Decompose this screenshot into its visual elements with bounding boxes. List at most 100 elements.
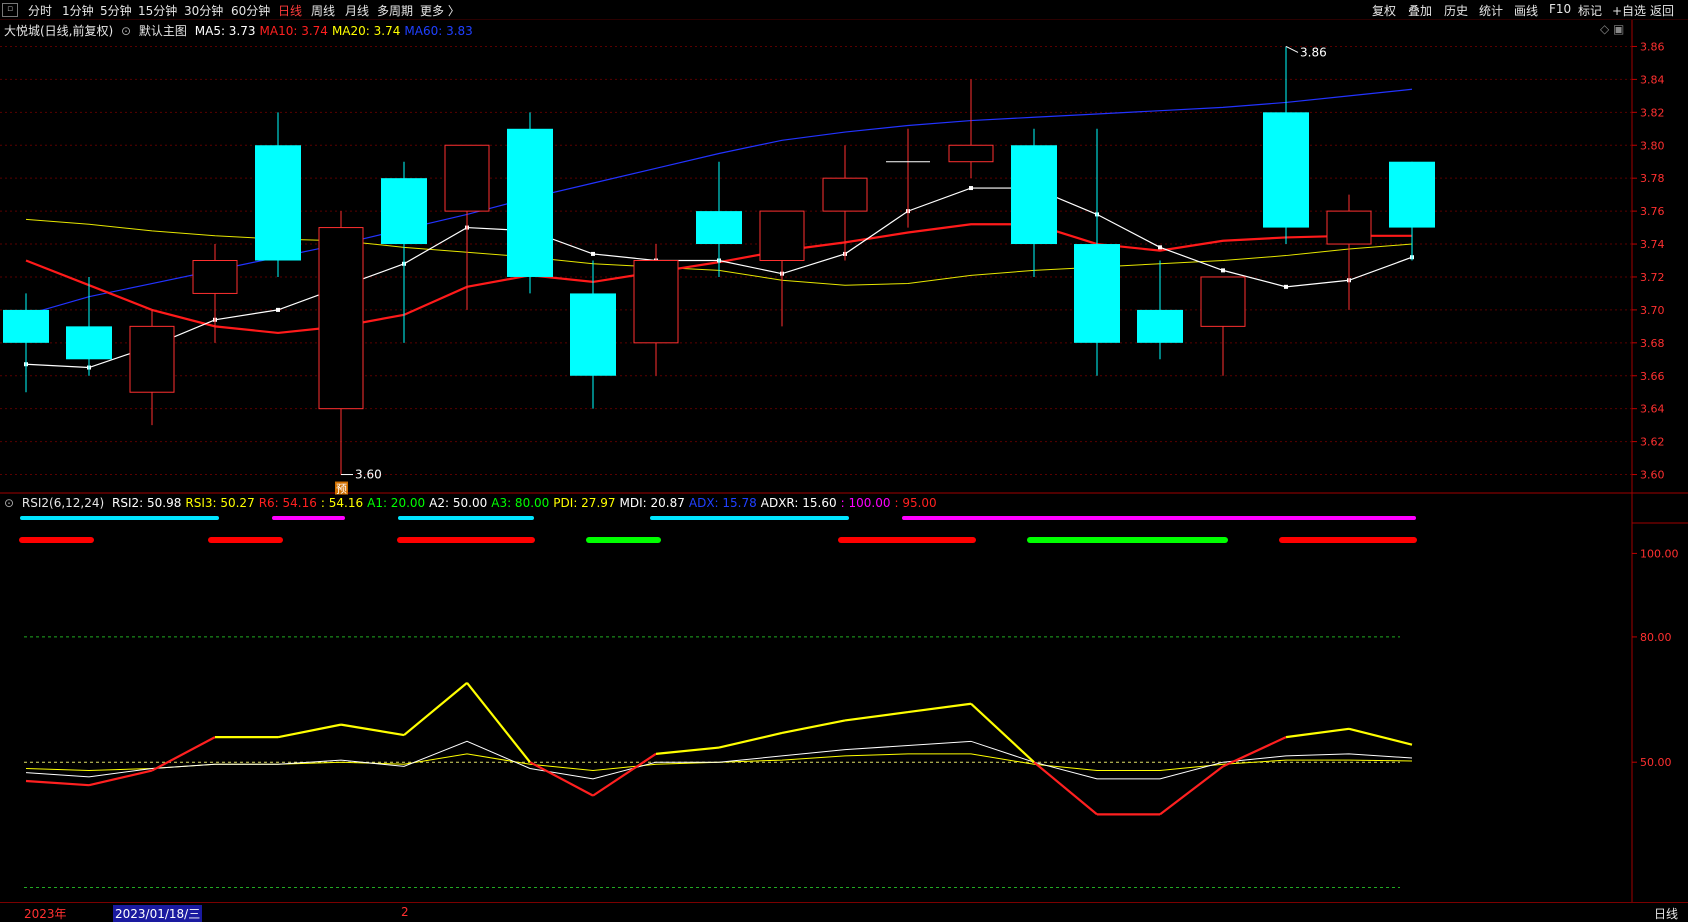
template-name[interactable]: 默认主图 xyxy=(139,24,187,38)
candle-body xyxy=(192,260,238,294)
ma5-point xyxy=(1221,268,1225,273)
period-button-9[interactable]: 多周期 xyxy=(377,2,413,19)
indicator-chevron-icon[interactable]: ⊙ xyxy=(4,496,14,510)
indicator-tick-label: 100.00 xyxy=(1640,547,1679,560)
rsi6-segment xyxy=(277,723,342,739)
candle xyxy=(381,161,427,343)
candle xyxy=(570,260,616,409)
candle xyxy=(444,144,490,310)
period-button-6[interactable]: 日线 xyxy=(278,2,302,19)
period-button-3[interactable]: 15分钟 xyxy=(138,2,177,19)
high-pointer xyxy=(1285,46,1299,53)
low-price-label: 3.60 xyxy=(355,468,382,482)
price-tick-label: 3.82 xyxy=(1640,106,1665,119)
period-button-4[interactable]: 30分钟 xyxy=(184,2,223,19)
candle-body xyxy=(1011,145,1057,245)
price-tick-label: 3.62 xyxy=(1640,436,1665,449)
pre-badge-label: 预 xyxy=(336,483,347,496)
top-toolbar: ▫ 分时 1分钟 5分钟 15分钟 30分钟 60分钟 日线 周线 月线 多周期 更多 〉 复权 叠加… xyxy=(0,0,1688,20)
period-button-2[interactable]: 5分钟 xyxy=(100,2,132,19)
rsi6-segment xyxy=(1348,727,1413,746)
tool-button-6[interactable]: 标记 xyxy=(1578,2,1602,19)
period-tab-daily[interactable]: 日线 xyxy=(1654,905,1678,922)
indicator-legend-3: : 54.16 xyxy=(320,496,364,510)
rsi6-segment xyxy=(1285,727,1350,739)
rsi6-segment xyxy=(844,710,909,722)
indicator-title[interactable]: RSI2(6,12,24) xyxy=(22,496,104,510)
tool-button-3[interactable]: 统计 xyxy=(1479,2,1503,19)
candle xyxy=(1200,276,1246,376)
price-tick-label: 3.60 xyxy=(1640,469,1665,482)
ma5-point xyxy=(276,307,280,312)
price-tick-label: 3.64 xyxy=(1640,403,1665,416)
period-button-5[interactable]: 60分钟 xyxy=(231,2,270,19)
candle-body xyxy=(444,144,490,212)
indicator-legend-2: R6: 54.16 xyxy=(258,496,317,510)
rsi6-segment xyxy=(592,752,657,797)
indicator-legend-0: RSI2: 50.98 xyxy=(112,496,182,510)
tool-button-7[interactable]: +自选 xyxy=(1612,2,1646,19)
price-axis: 3.86 3.84 3.82 3.80 3.78 3.76 3.74 3.72 3.70 3.68… xyxy=(0,20,1688,902)
rsi6-segment xyxy=(781,719,846,735)
indicator-legend-11: : 100.00 xyxy=(840,496,891,510)
menu-icon[interactable]: ▫ xyxy=(2,3,18,17)
candle xyxy=(507,112,553,294)
rsi6-segment xyxy=(151,736,216,772)
indicator-tick-label: 50.00 xyxy=(1640,756,1672,769)
candle xyxy=(318,211,364,475)
candle-body xyxy=(1074,244,1120,343)
candle-body xyxy=(696,211,742,245)
indicator-tick-label: 80.00 xyxy=(1640,631,1672,644)
tool-button-5[interactable]: F10 xyxy=(1549,2,1571,16)
security-title: 大悦城(日线,前复权) xyxy=(4,24,114,38)
candle xyxy=(948,79,994,179)
high-price-label: 3.86 xyxy=(1300,45,1327,59)
period-button-7[interactable]: 周线 xyxy=(311,2,335,19)
rsi6-segment xyxy=(970,702,1035,764)
header-tools[interactable]: ◇ ▣ xyxy=(1600,22,1628,36)
price-tick-label: 3.66 xyxy=(1640,370,1665,383)
cursor-date: 2023/01/18/三 xyxy=(113,905,203,922)
candle xyxy=(1263,46,1309,245)
indicator-legend-7: PDI: 27.97 xyxy=(553,496,616,510)
indicator-legend-9: ADX: 15.78 xyxy=(688,496,757,510)
rsi6-segment xyxy=(1159,765,1224,816)
candle-body xyxy=(507,128,553,277)
candle-body xyxy=(129,325,175,393)
tool-button-8[interactable]: 返回 xyxy=(1650,2,1674,19)
ma-legend-0: MA5: 3.73 xyxy=(194,24,256,38)
candle-body xyxy=(948,144,994,163)
candle xyxy=(886,128,930,228)
signal-bars xyxy=(19,516,1417,543)
candle xyxy=(255,112,301,277)
template-chevron-icon[interactable]: ⊙ xyxy=(121,24,131,38)
period-button-10[interactable]: 更多 〉 xyxy=(420,2,460,19)
candle xyxy=(1011,128,1057,277)
indicator-axis: 100.00 80.00 50.00 xyxy=(1632,547,1679,769)
period-button-8[interactable]: 月线 xyxy=(345,2,369,19)
candle xyxy=(129,309,175,426)
candle xyxy=(1137,260,1183,360)
price-tick-label: 3.86 xyxy=(1640,40,1665,53)
price-labels: 3.86 3.60 预 xyxy=(335,45,1327,496)
candle-body xyxy=(822,177,868,212)
window-toggle-icon[interactable]: ▣ xyxy=(1613,22,1624,36)
tool-button-2[interactable]: 历史 xyxy=(1444,2,1468,19)
rsi-lines xyxy=(25,682,1413,816)
candle xyxy=(1074,128,1120,376)
indicator-legend-5: A2: 50.00 xyxy=(429,496,488,510)
price-tick-label: 3.76 xyxy=(1640,205,1665,218)
period-button-1[interactable]: 1分钟 xyxy=(62,2,94,19)
chart-surface[interactable]: 3.86 3.84 3.82 3.80 3.78 3.76 3.74 3.72 3.70 3.68… xyxy=(0,0,1688,921)
period-button-0[interactable]: 分时 xyxy=(28,2,52,19)
price-tick-label: 3.68 xyxy=(1640,337,1665,350)
rsi6-segment xyxy=(718,731,783,749)
tool-button-4[interactable]: 画线 xyxy=(1514,2,1538,19)
price-grid xyxy=(0,45,1632,476)
ma5-point xyxy=(1284,284,1288,289)
ma5-point xyxy=(591,251,595,256)
price-tick-label: 3.80 xyxy=(1640,139,1665,152)
tool-button-0[interactable]: 复权 xyxy=(1372,2,1396,19)
indicator-legend-6: A3: 80.00 xyxy=(491,496,550,510)
tool-button-1[interactable]: 叠加 xyxy=(1408,2,1432,19)
